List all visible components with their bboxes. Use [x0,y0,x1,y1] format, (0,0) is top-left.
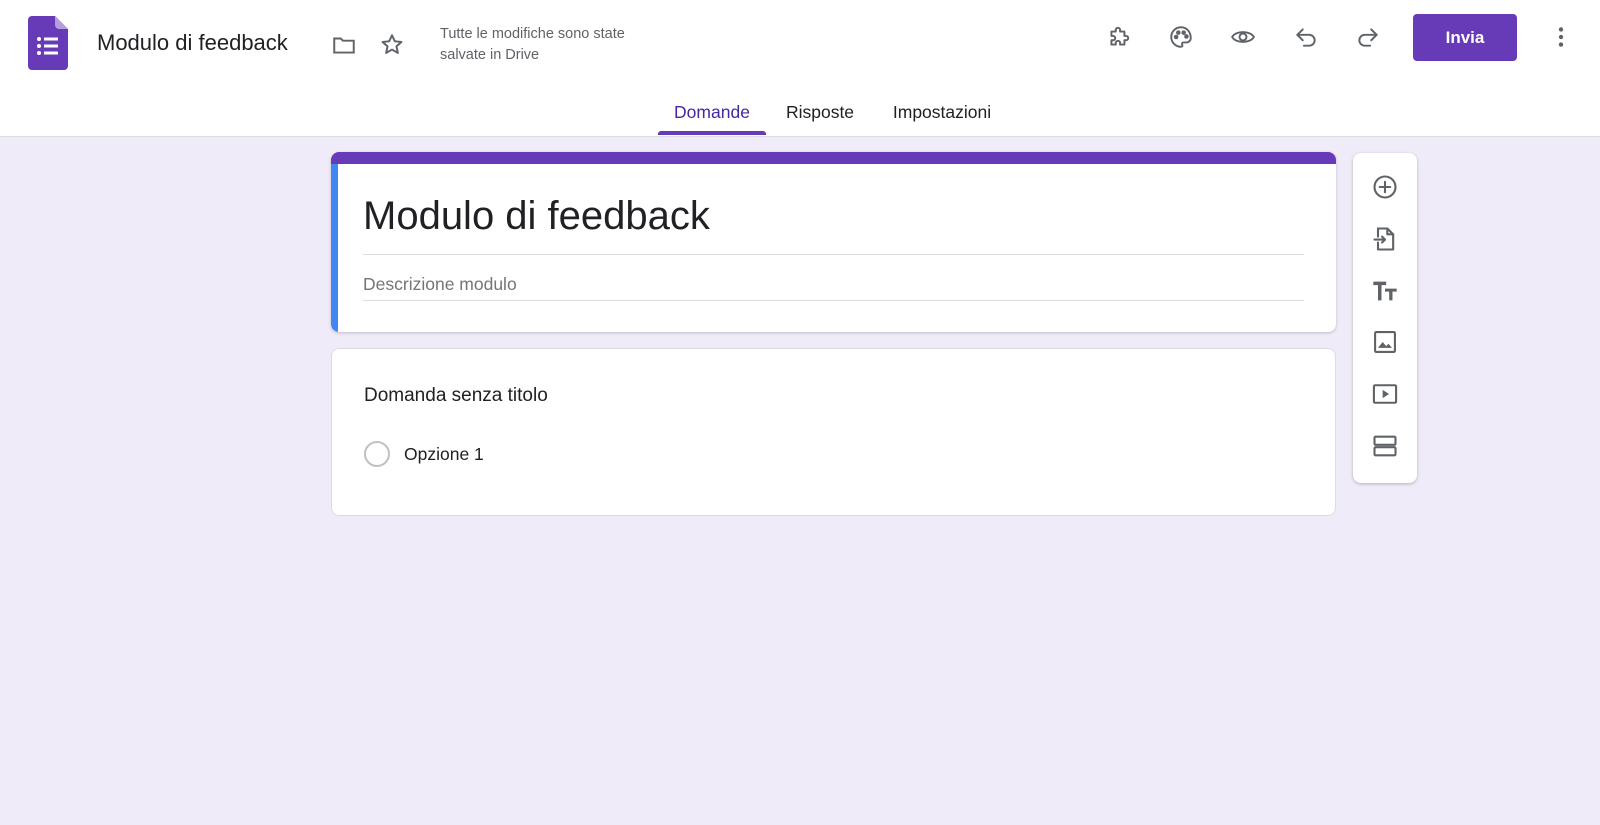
add-question-icon[interactable] [1365,167,1405,207]
app-header: Modulo di feedback Tutte le modifiche so… [0,0,1600,137]
forms-logo-icon[interactable] [28,16,68,70]
folder-icon[interactable] [324,25,364,65]
send-button[interactable]: Invia [1413,14,1517,61]
tab-bar: Domande Risposte Impostazioni [0,92,1600,136]
description-underline [363,300,1304,301]
tab-domande[interactable]: Domande [658,92,766,136]
palette-icon[interactable] [1161,17,1201,57]
question-title[interactable]: Domanda senza titolo [364,385,548,407]
floating-toolbar [1353,153,1417,483]
save-status: Tutte le modifiche sono state salvate in… [440,26,625,63]
tab-risposte[interactable]: Risposte [776,92,864,136]
tab-impostazioni[interactable]: Impostazioni [880,92,1004,136]
title-underline [363,254,1304,255]
preview-icon[interactable] [1223,17,1263,57]
form-description-input[interactable] [363,274,1304,295]
add-title-icon[interactable] [1365,271,1405,311]
option-label[interactable]: Opzione 1 [404,444,484,465]
more-vert-icon[interactable] [1541,17,1581,57]
undo-icon[interactable] [1286,17,1326,57]
import-questions-icon[interactable] [1365,219,1405,259]
add-image-icon[interactable] [1365,322,1405,362]
add-video-icon[interactable] [1365,374,1405,414]
form-title-card[interactable]: Modulo di feedback [331,152,1336,332]
add-section-icon[interactable] [1365,426,1405,466]
star-icon[interactable] [372,25,412,65]
option-radio [364,441,390,467]
form-title[interactable]: Modulo di feedback [363,194,1304,238]
card-focus-band [331,164,338,332]
active-tab-indicator [658,131,766,135]
addon-icon[interactable] [1099,17,1139,57]
redo-icon[interactable] [1348,17,1388,57]
card-accent-band [331,152,1336,164]
document-title[interactable]: Modulo di feedback [97,30,288,56]
question-card[interactable]: Domanda senza titolo Opzione 1 [331,348,1336,516]
